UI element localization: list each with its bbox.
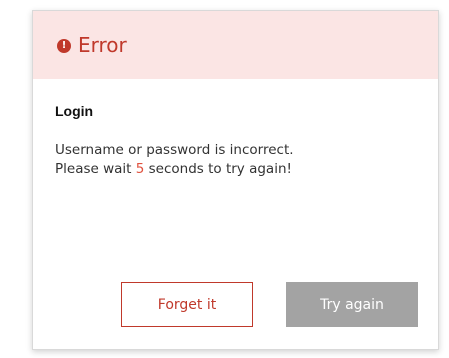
message-line-2: Please wait 5 seconds to try again! [55,160,415,179]
dialog-title: Error [78,33,127,57]
message-line-1: Username or password is incorrect. [55,142,294,158]
section-title: Login [55,103,94,119]
forget-it-button[interactable]: Forget it [121,282,253,327]
error-dialog: ! Error Login Username or password is in… [32,10,439,350]
message-suffix: seconds to try again! [144,161,292,177]
message-prefix: Please wait [55,161,136,177]
dialog-header: ! Error [33,11,438,79]
try-again-button[interactable]: Try again [286,282,418,327]
error-icon: ! [57,38,71,53]
dialog-content: Login Username or password is incorrect.… [55,103,415,179]
